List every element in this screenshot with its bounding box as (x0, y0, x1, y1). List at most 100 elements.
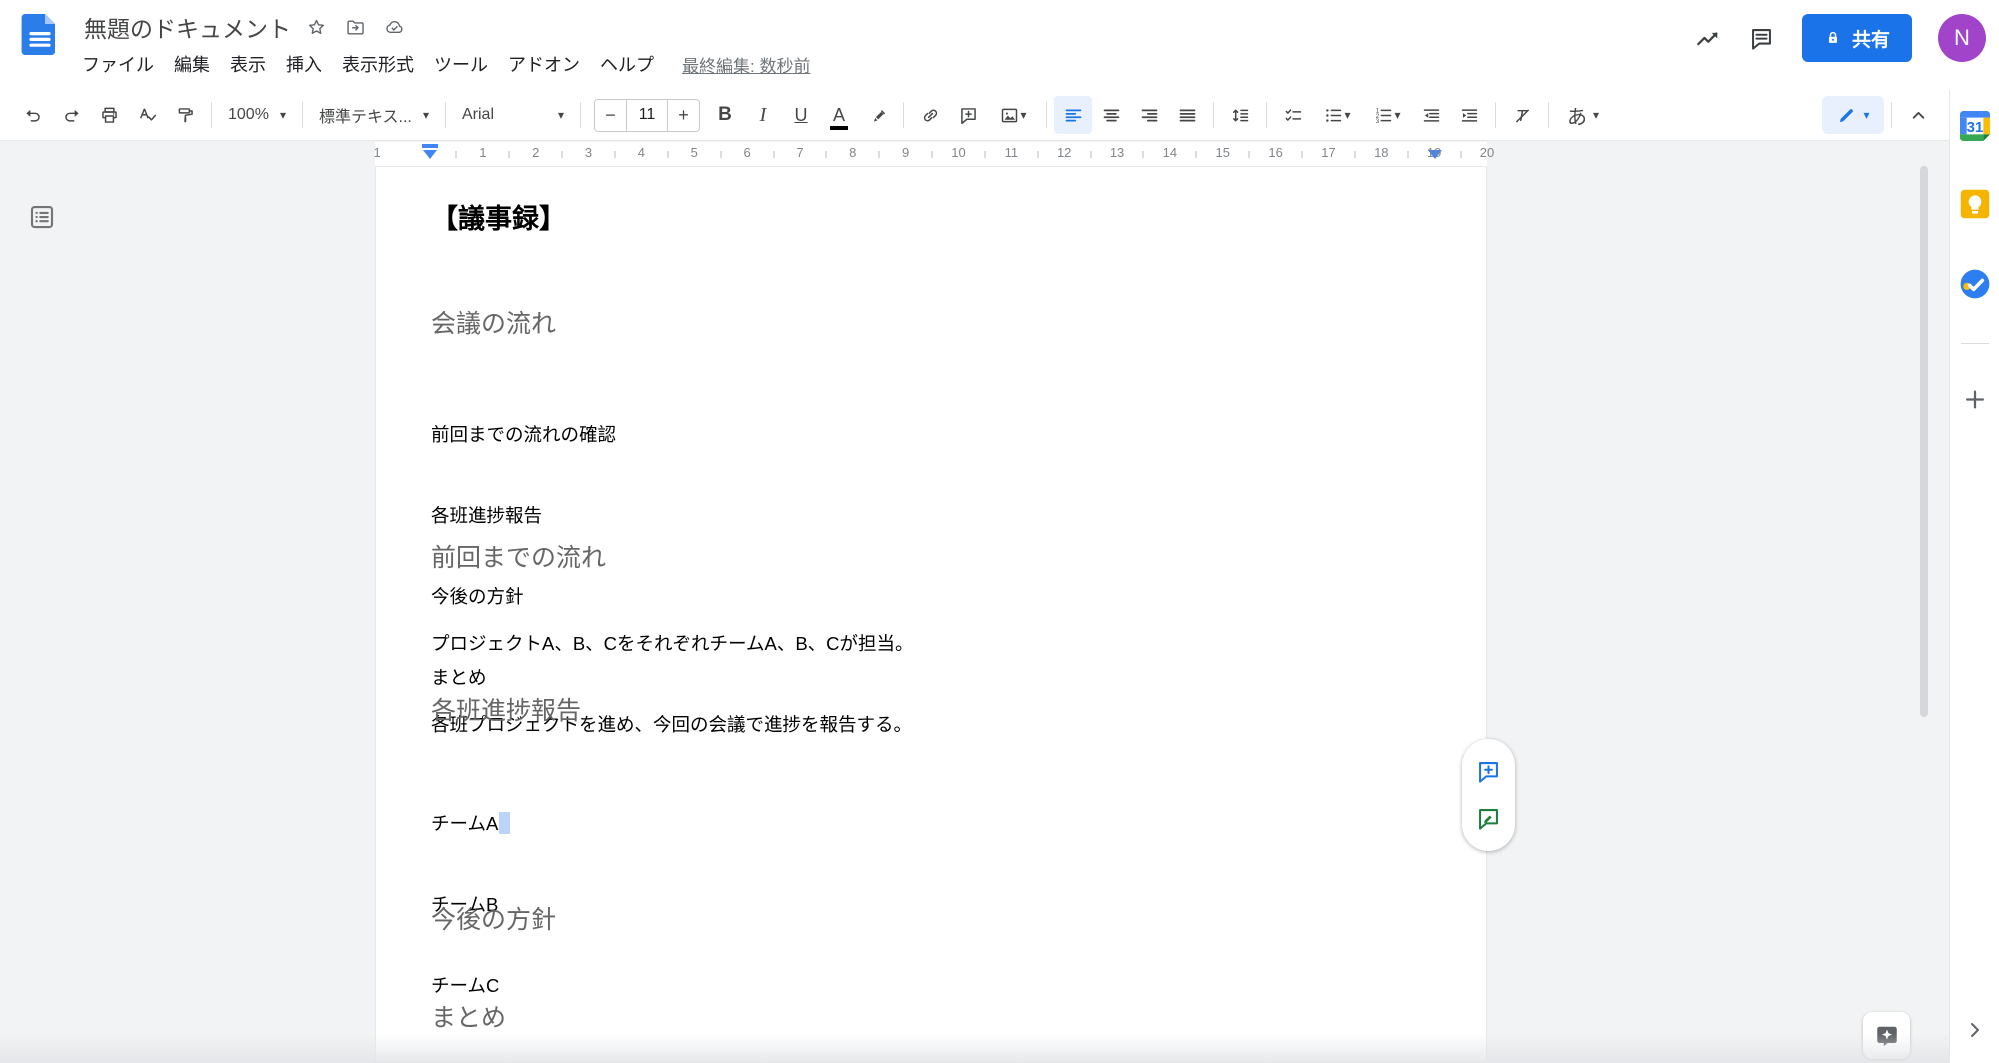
caret-down-icon: ▾ (558, 109, 564, 121)
doc-heading-progress: 各班進捗報告 (431, 691, 581, 727)
insert-image-button[interactable]: ▾ (987, 96, 1039, 134)
ruler-number: 9 (902, 145, 909, 160)
font-select[interactable]: Arial ▾ (453, 98, 573, 132)
menu-edit[interactable]: 編集 (164, 48, 220, 80)
ruler-margin-number: 1 (374, 145, 381, 160)
ruler-tick (932, 151, 933, 158)
move-folder-icon[interactable] (345, 15, 369, 39)
toolbar-separator (1266, 102, 1267, 128)
ruler-number: 1 (479, 145, 486, 160)
decrease-font-size-button[interactable]: − (595, 100, 626, 131)
comment-history-icon[interactable] (1748, 24, 1776, 52)
zoom-select[interactable]: 100% ▾ (219, 98, 295, 132)
doc-heading-flow: 会議の流れ (431, 304, 556, 340)
decrease-indent-button[interactable] (1412, 96, 1450, 134)
share-button[interactable]: 共有 (1802, 14, 1912, 62)
print-button[interactable] (90, 96, 128, 134)
menu-insert[interactable]: 挿入 (276, 48, 332, 80)
paint-format-button[interactable] (166, 96, 204, 134)
last-edit-link[interactable]: 最終編集: 数秒前 (682, 52, 810, 77)
checklist-button[interactable] (1274, 96, 1312, 134)
document-page[interactable]: 【議事録】 会議の流れ 前回までの流れの確認 各班進捗報告 今後の方針 まとめ … (375, 166, 1487, 1063)
insert-comment-button[interactable] (949, 96, 987, 134)
line-spacing-button[interactable] (1221, 96, 1259, 134)
google-keep-icon[interactable] (1957, 186, 1993, 222)
star-icon[interactable] (306, 15, 330, 39)
bold-button[interactable]: B (706, 96, 744, 134)
menu-file[interactable]: ファイル (72, 48, 164, 80)
align-center-button[interactable] (1092, 96, 1130, 134)
ruler-tick (1143, 151, 1144, 158)
spell-check-button[interactable] (128, 96, 166, 134)
editing-mode-button[interactable]: ▾ (1822, 96, 1884, 134)
google-calendar-icon[interactable]: 31 (1955, 106, 1995, 146)
ruler-tick (1037, 151, 1038, 158)
ruler-number: 14 (1163, 145, 1177, 160)
menu-format[interactable]: 表示形式 (332, 48, 424, 80)
increase-font-size-button[interactable]: + (668, 100, 699, 131)
font-size-input[interactable]: 11 (626, 100, 668, 131)
side-panel-rail: 31 (1949, 90, 1999, 1063)
clear-formatting-button[interactable] (1503, 96, 1541, 134)
vertical-scrollbar[interactable] (1920, 166, 1928, 717)
explore-button[interactable] (1863, 1012, 1910, 1059)
caret-down-icon: ▾ (1344, 109, 1350, 121)
paragraph-style-value: 標準テキス... (319, 103, 412, 127)
get-addons-button[interactable] (1961, 386, 1988, 413)
ruler-number: 6 (743, 145, 750, 160)
menu-tools[interactable]: ツール (424, 48, 498, 80)
input-tools-button[interactable]: あ ▾ (1556, 96, 1610, 134)
hide-menus-button[interactable] (1899, 96, 1937, 134)
toolbar-separator (903, 102, 904, 128)
ruler-number: 11 (1005, 145, 1019, 160)
left-indent-marker[interactable] (423, 150, 437, 159)
numbered-list-button[interactable]: 123 ▾ (1362, 96, 1412, 134)
menu-help[interactable]: ヘルプ (590, 48, 664, 80)
increase-indent-button[interactable] (1450, 96, 1488, 134)
google-docs-logo-icon[interactable] (16, 10, 64, 58)
ruler-number: 19 (1427, 145, 1441, 160)
align-left-button[interactable] (1054, 96, 1092, 134)
share-button-label: 共有 (1852, 25, 1890, 52)
menu-addons[interactable]: アドオン (498, 48, 590, 80)
doc-text-line: チームC (431, 972, 510, 999)
bulleted-list-button[interactable]: ▾ (1312, 96, 1362, 134)
hide-side-panel-button[interactable] (1963, 1018, 1987, 1042)
ruler-tick (614, 151, 615, 158)
add-comment-button[interactable] (1475, 758, 1503, 786)
ruler-tick (1460, 151, 1461, 158)
toolbar-separator (1495, 102, 1496, 128)
justify-button[interactable] (1168, 96, 1206, 134)
cloud-saved-icon[interactable] (384, 15, 408, 39)
undo-button[interactable] (14, 96, 52, 134)
suggest-edits-button[interactable] (1475, 804, 1503, 832)
redo-button[interactable] (52, 96, 90, 134)
ruler-number: 3 (585, 145, 592, 160)
show-document-outline-button[interactable] (25, 200, 59, 234)
ruler-tick (456, 151, 457, 158)
ruler-tick (1354, 151, 1355, 158)
svg-text:3: 3 (1376, 118, 1380, 125)
menu-view[interactable]: 表示 (220, 48, 276, 80)
caret-down-icon: ▾ (1020, 109, 1026, 121)
text-color-button[interactable]: A (820, 96, 858, 134)
font-value: Arial (462, 106, 494, 124)
ruler-tick (984, 151, 985, 158)
doc-text-line: 各班進捗報告 (431, 502, 616, 529)
toolbar-separator (302, 102, 303, 128)
google-tasks-icon[interactable] (1957, 266, 1993, 302)
ruler-number: 15 (1216, 145, 1230, 160)
ruler-number: 5 (691, 145, 698, 160)
insert-link-button[interactable] (911, 96, 949, 134)
account-avatar[interactable]: N (1938, 14, 1986, 62)
highlight-color-button[interactable] (858, 96, 896, 134)
document-title-input[interactable]: 無題のドキュメント (84, 10, 291, 44)
paragraph-style-select[interactable]: 標準テキス... ▾ (310, 98, 438, 132)
ruler-tick (1407, 151, 1408, 158)
align-right-button[interactable] (1130, 96, 1168, 134)
underline-button[interactable]: U (782, 96, 820, 134)
explore-trends-icon[interactable] (1694, 24, 1722, 52)
italic-button[interactable]: I (744, 96, 782, 134)
first-line-indent-marker[interactable] (422, 144, 438, 148)
ruler-tick (773, 151, 774, 158)
